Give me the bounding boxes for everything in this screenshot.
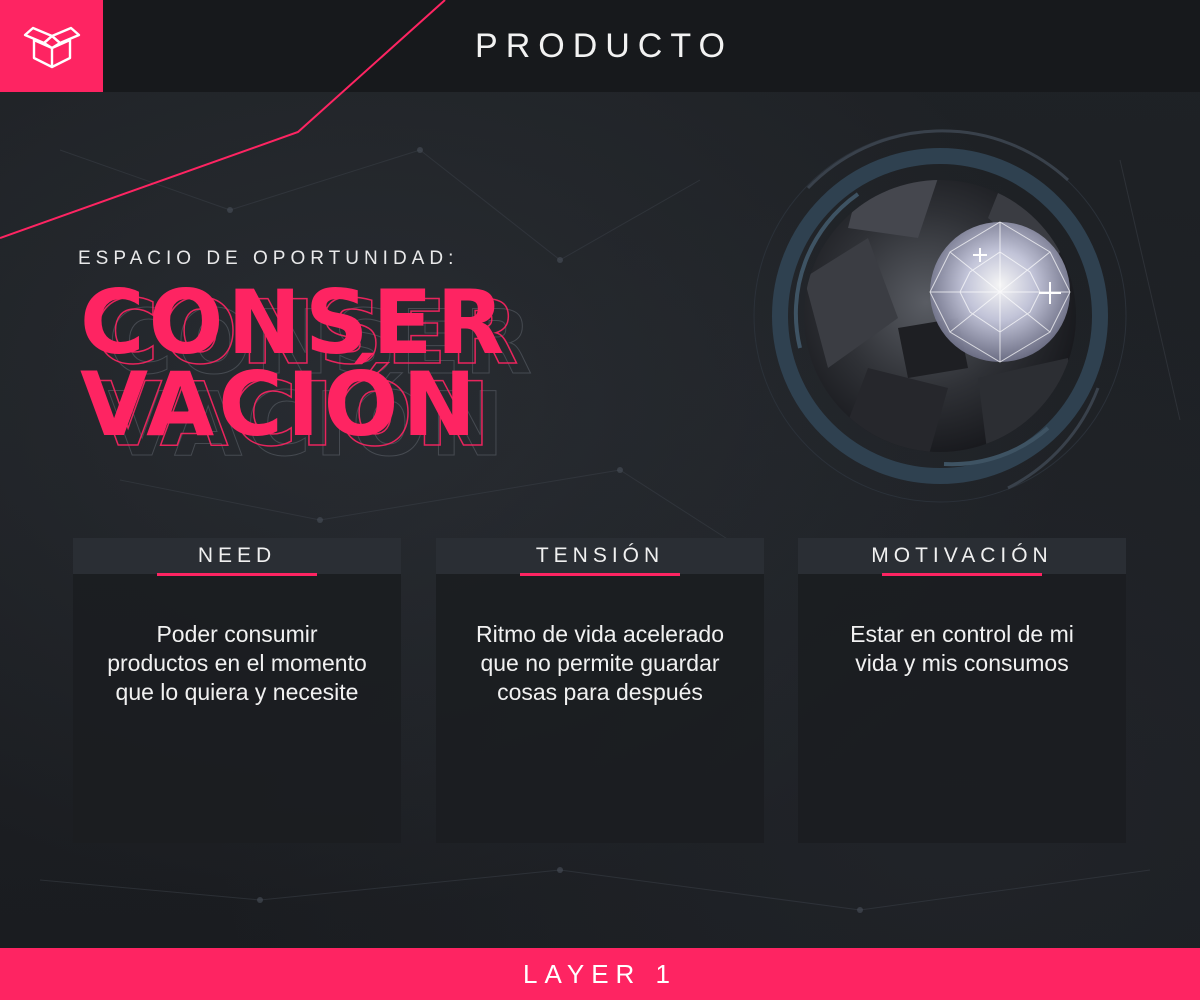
card-text: Estar en control de mi vida y mis consum… [850,621,1074,676]
opportunity-keyword: CONSER VACIÓN CONSER VACIÓN CONSER VACIÓ… [80,271,533,470]
card-underline [882,573,1042,576]
card-title: NEED [73,538,401,574]
keyword-line-2: VACIÓN [80,353,481,456]
card-text: Ritmo de vida acelerado que no permite g… [475,621,725,705]
card-motivation: MOTIVACIÓN Estar en control de mi vida y… [798,538,1126,843]
card-text: Poder consumir productos en el momento q… [107,621,367,705]
diamond-on-coal-image [753,129,1127,503]
diamond-image-frame [748,128,1138,504]
footer-bar: LAYER 1 [0,948,1200,1000]
card-underline [157,573,317,576]
card-tension: TENSIÓN Ritmo de vida acelerado que no p… [436,538,764,843]
opportunity-label: ESPACIO DE OPORTUNIDAD: [78,248,459,269]
keyword-fill: CONSER VACIÓN [80,271,509,456]
keyword-line-1: CONSER [80,271,509,374]
card-need: NEED Poder consumir productos en el mome… [73,538,401,843]
card-title: MOTIVACIÓN [798,538,1126,574]
card-underline [520,573,680,576]
card-title: TENSIÓN [436,538,764,574]
footer-label: LAYER 1 [522,958,677,989]
